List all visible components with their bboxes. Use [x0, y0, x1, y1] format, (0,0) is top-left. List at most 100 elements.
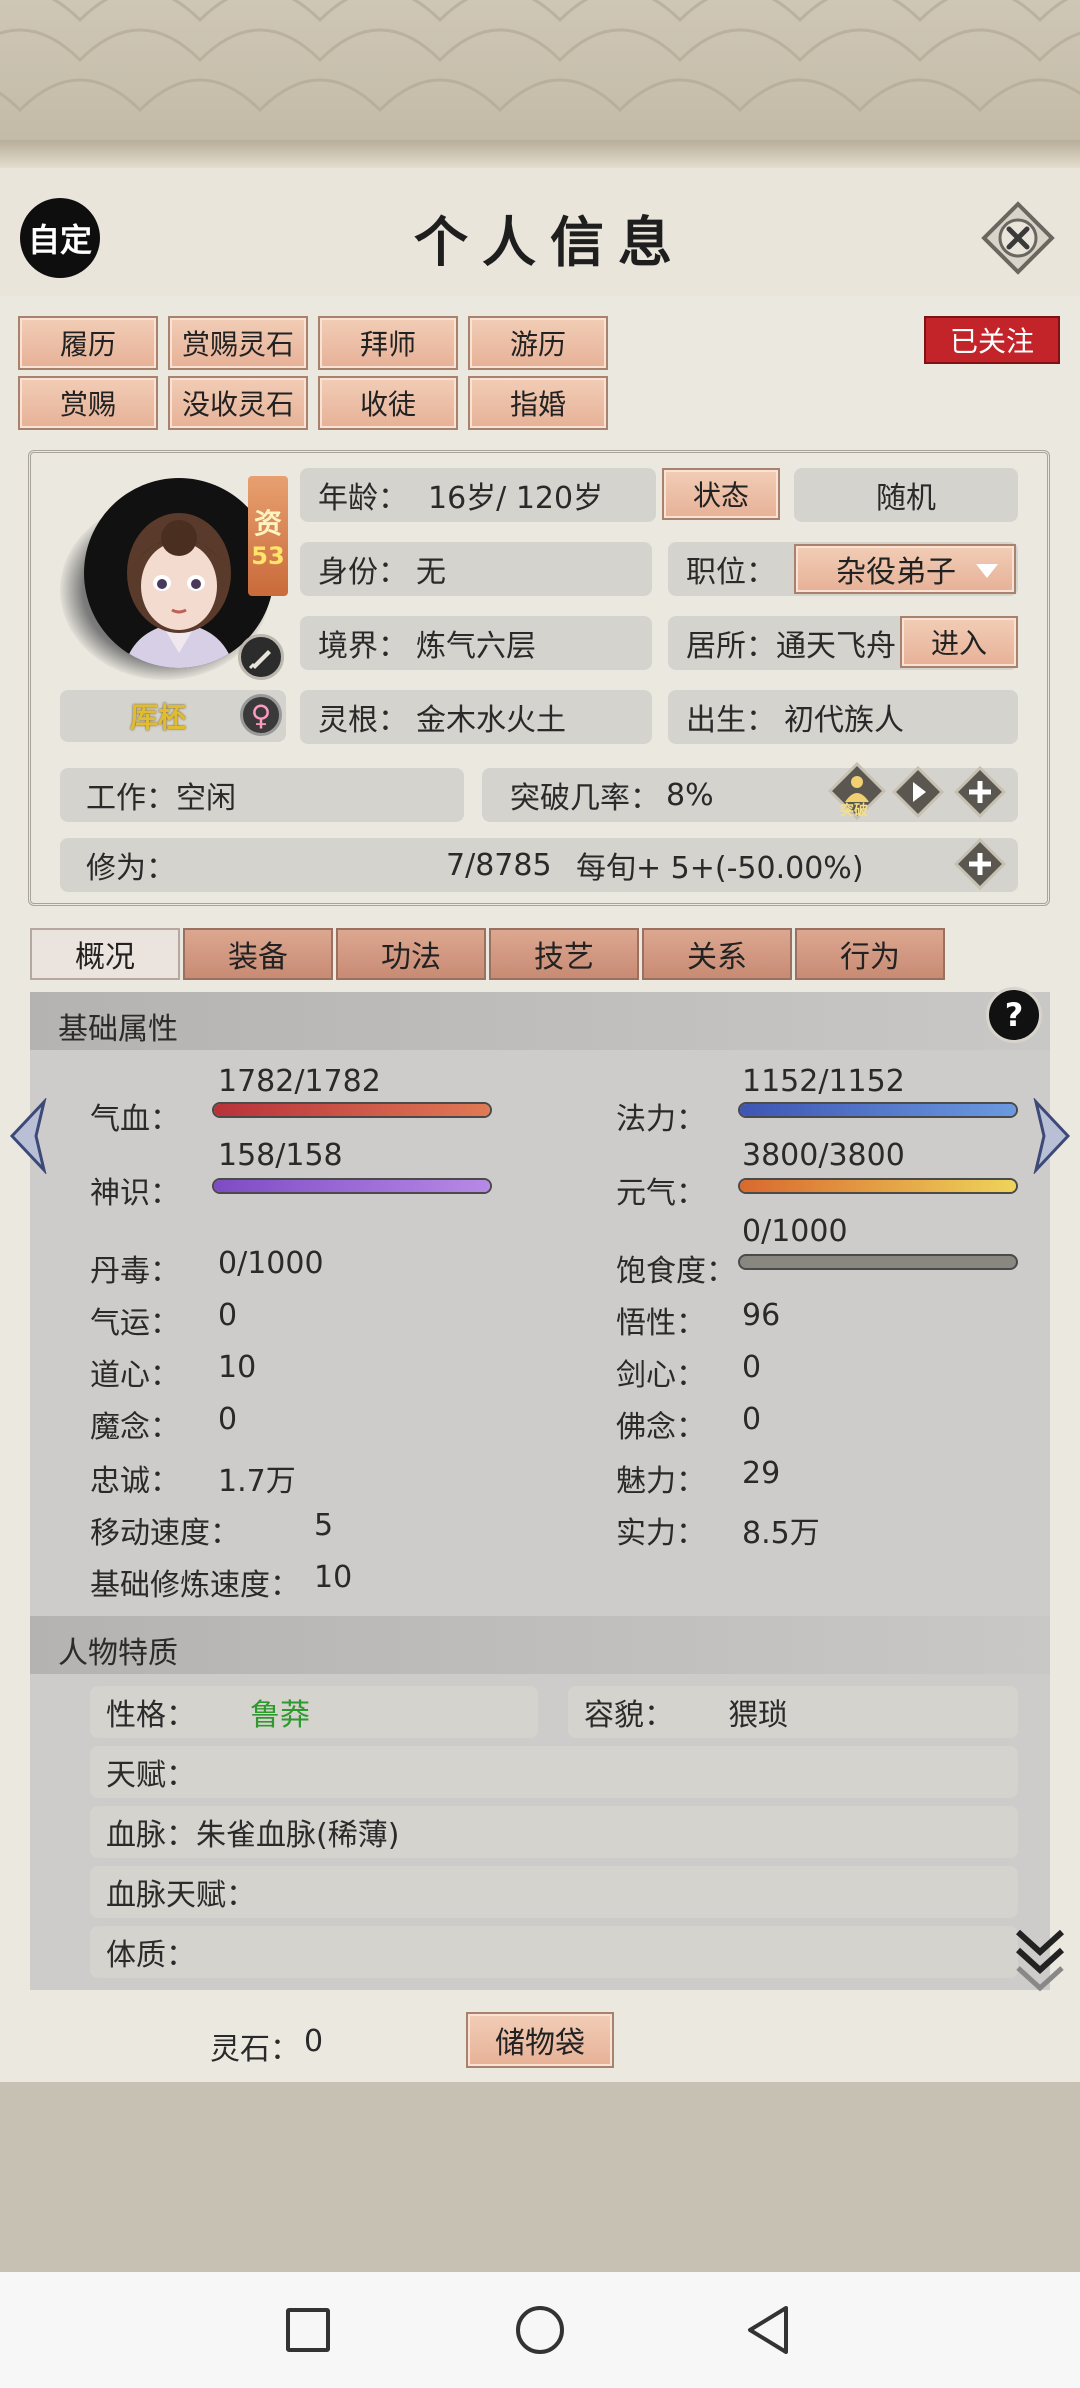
stat-bar [738, 1254, 1018, 1270]
position-select[interactable]: 杂役弟子 [794, 544, 1016, 594]
spirit-stone-label: 灵石： [210, 2032, 300, 2067]
stat-label: 实力： [616, 1516, 706, 1551]
stat-label: 悟性： [616, 1306, 706, 1341]
stat-value: 29 [742, 1456, 781, 1491]
stat-label: 魅力： [616, 1464, 706, 1499]
play-button[interactable] [891, 765, 945, 819]
chevron-right-icon [1033, 1096, 1071, 1176]
reward-button[interactable]: 赏赐 [18, 376, 158, 430]
tab-relations[interactable]: 关系 [642, 928, 792, 980]
home-button[interactable] [516, 2306, 564, 2354]
add-cultivation-button[interactable] [953, 837, 1007, 891]
bloodline-talent-field: 血脉天赋： [90, 1866, 1018, 1918]
stat-label: 气运： [90, 1306, 180, 1341]
arrange-marriage-button[interactable]: 指婚 [468, 376, 608, 430]
storage-bag-button[interactable]: 储物袋 [466, 2012, 614, 2068]
stat-value: 0 [742, 1350, 762, 1385]
plus-icon [953, 765, 1007, 819]
looks-field: 容貌： 猥琐 [568, 1686, 1018, 1738]
bloodline-field: 血脉： 朱雀血脉(稀薄) [90, 1806, 1018, 1858]
stat-bar [738, 1178, 1018, 1194]
age-field: 年龄： 16岁/ 120岁 [300, 468, 656, 522]
close-button[interactable] [980, 200, 1056, 276]
traits-header: 人物特质 [30, 1616, 1050, 1674]
decorative-wave-band [0, 0, 1080, 150]
recent-apps-button[interactable] [286, 2308, 330, 2352]
reward-stone-button[interactable]: 赏赐灵石 [168, 316, 308, 370]
chevron-left-icon [9, 1096, 47, 1176]
stat-value: 0 [742, 1402, 762, 1437]
stat-bar-fill [740, 1180, 1016, 1192]
take-disciple-button[interactable]: 收徒 [318, 376, 458, 430]
auto-button-label: 自定 [27, 221, 92, 259]
spirit-root-field: 灵根： 金木水火土 [300, 690, 652, 744]
scroll-edge [0, 140, 1080, 170]
brush-icon [248, 650, 271, 670]
stat-bar [212, 1178, 492, 1194]
stat-bar-fill [214, 1180, 490, 1192]
plus-icon [953, 837, 1007, 891]
talent-field: 天赋： [90, 1746, 1018, 1798]
basic-attributes-header: 基础属性 [30, 992, 1050, 1050]
stat-label: 道心： [90, 1358, 180, 1393]
history-button[interactable]: 履历 [18, 316, 158, 370]
previous-character-button[interactable] [6, 1096, 50, 1176]
stat-bar [212, 1102, 492, 1118]
stat-value: 0 [218, 1298, 238, 1333]
chevron-down-icon [976, 564, 998, 578]
page-title: 个人信息 [414, 210, 686, 274]
breakthrough-button[interactable]: 突破 [827, 761, 887, 821]
add-breakthrough-button[interactable] [953, 765, 1007, 819]
tab-skills[interactable]: 技艺 [489, 928, 639, 980]
next-character-button[interactable] [1030, 1096, 1074, 1176]
female-gender-icon: ♀ [240, 694, 282, 736]
auto-button[interactable]: 自定 [20, 198, 100, 278]
stat-value: 5 [314, 1508, 334, 1543]
random-button[interactable]: 随机 [794, 468, 1018, 522]
stat-value: 8.5万 [742, 1516, 820, 1551]
travel-button[interactable]: 游历 [468, 316, 608, 370]
tab-equipment[interactable]: 装备 [183, 928, 333, 980]
job-field: 工作： 空闲 [60, 768, 464, 822]
stat-label: 魔念： [90, 1410, 180, 1445]
personality-field: 性格： 鲁莽 [90, 1686, 538, 1738]
physique-field: 体质： [90, 1926, 1018, 1978]
stat-bar [738, 1102, 1018, 1118]
tab-techniques[interactable]: 功法 [336, 928, 486, 980]
tab-overview[interactable]: 概况 [30, 928, 180, 980]
stat-label: 佛念： [616, 1410, 706, 1445]
stat-value: 10 [218, 1350, 257, 1385]
realm-field: 境界： 炼气六层 [300, 616, 652, 670]
stat-value: 1.7万 [218, 1464, 296, 1499]
stat-bar-fill [214, 1104, 490, 1116]
stat-label: 基础修炼速度： [90, 1568, 300, 1603]
spirit-stone-value: 0 [304, 2024, 324, 2059]
play-icon [891, 765, 945, 819]
apprentice-button[interactable]: 拜师 [318, 316, 458, 370]
stat-label: 丹毒： [90, 1254, 180, 1289]
back-triangle-icon [748, 2306, 788, 2354]
expand-button[interactable] [1012, 1924, 1068, 1994]
confiscate-stone-button[interactable]: 没收灵石 [168, 376, 308, 430]
double-chevron-down-icon [1015, 1929, 1065, 1992]
edit-portrait-button[interactable] [238, 634, 284, 680]
stat-value: 96 [742, 1298, 781, 1333]
close-icon [981, 201, 1055, 275]
birth-field: 出生： 初代族人 [668, 690, 1018, 744]
stat-value: 0/1000 [218, 1246, 324, 1281]
follow-badge[interactable]: 已关注 [924, 316, 1060, 364]
status-button[interactable]: 状态 [662, 468, 780, 520]
help-button[interactable]: ? [986, 987, 1042, 1043]
stat-label: 忠诚： [90, 1464, 180, 1499]
stat-bar-fill [740, 1104, 1016, 1116]
tab-behavior[interactable]: 行为 [795, 928, 945, 980]
cultivation-field: 修为： 7/8785 每旬+ 5+(-50.00%) [60, 838, 1018, 892]
identity-field: 身份： 无 [300, 542, 652, 596]
stat-value: 0 [218, 1402, 238, 1437]
back-button[interactable] [746, 2304, 790, 2356]
stat-value: 10 [314, 1560, 353, 1595]
enter-button[interactable]: 进入 [900, 616, 1018, 668]
lower-background [0, 2082, 1080, 2272]
stat-label: 移动速度： [90, 1516, 240, 1551]
aptitude-badge: 资 53 [248, 476, 288, 596]
